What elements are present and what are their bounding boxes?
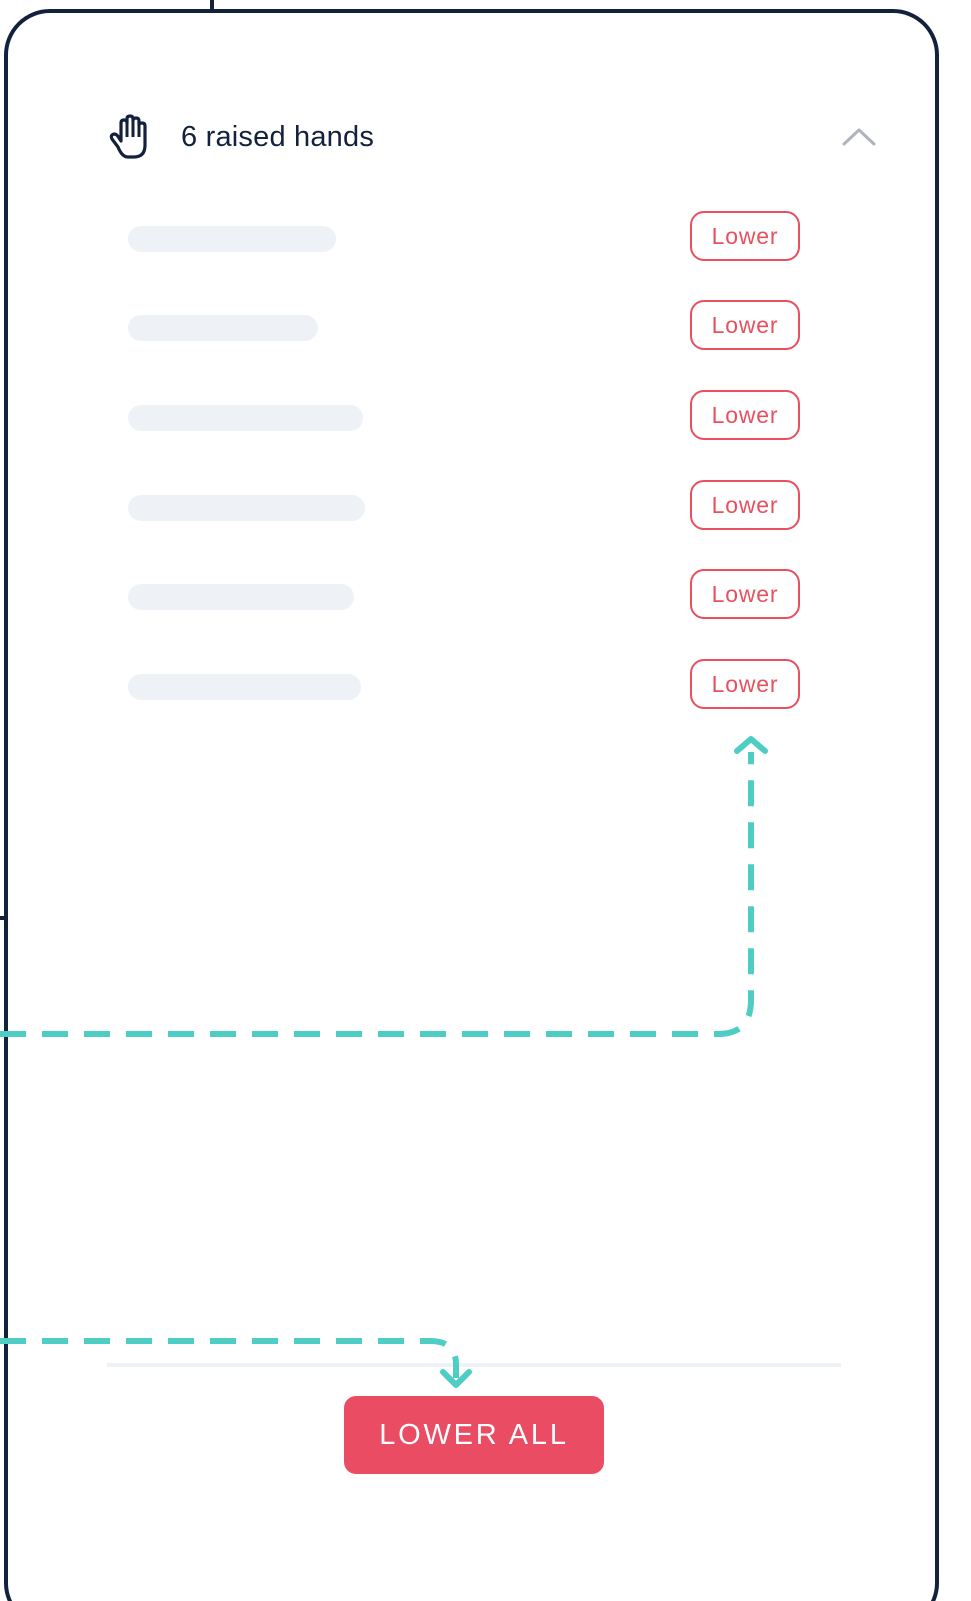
arrow-up-icon bbox=[734, 736, 768, 754]
screen: 6 raised hands Lower Lower Lower Lower L… bbox=[0, 0, 971, 1601]
connector-to-lower-all bbox=[0, 1338, 459, 1378]
annotation-connectors bbox=[0, 736, 768, 1388]
connector-to-lower-button bbox=[0, 752, 754, 1037]
